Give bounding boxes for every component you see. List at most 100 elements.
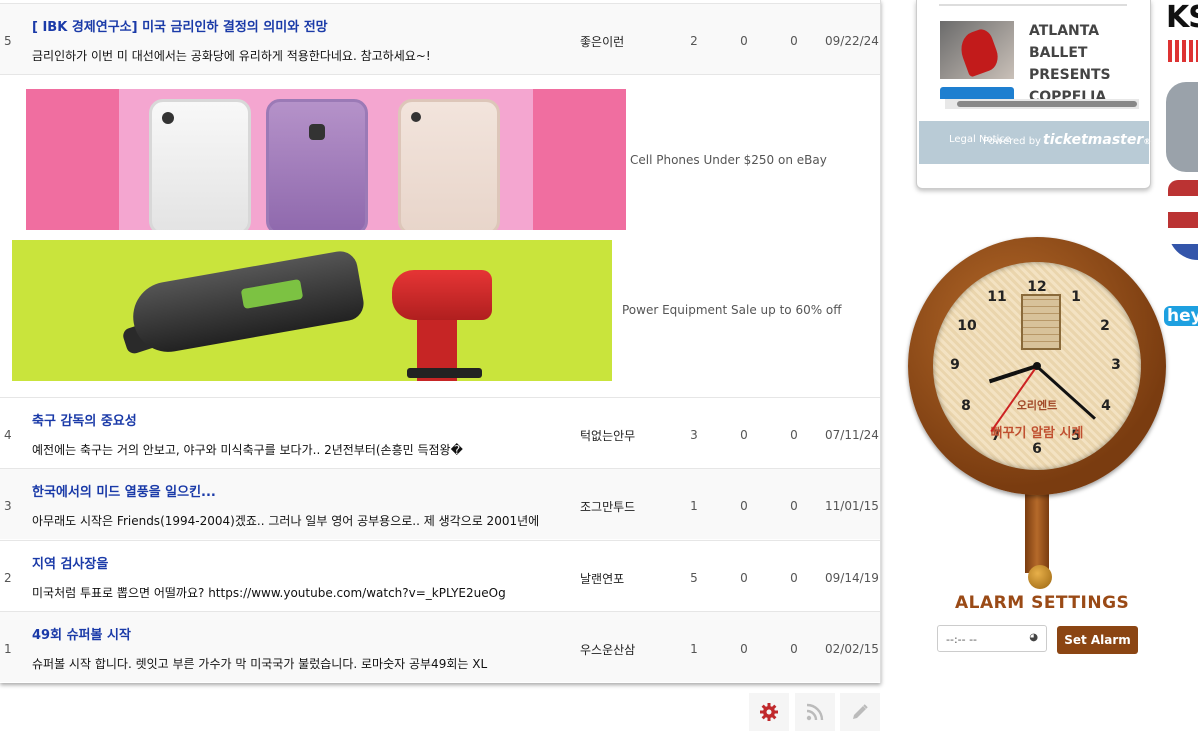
table-row[interactable]: 5 [ IBK 경제연구소] 미국 금리인하 결정의 의미와 전망 금리인하가 … [0,3,880,74]
clock-number: 10 [957,318,977,334]
scrollbar-thumb[interactable] [957,101,1137,107]
view-count: 3 [690,428,698,442]
buy-now-button[interactable] [940,87,1014,99]
ad-phones-image[interactable] [26,89,626,230]
clock-icon: ◕ [1029,632,1038,643]
clock-number: 3 [1111,357,1121,373]
dislike-count: 0 [790,34,798,48]
post-date: 09/14/19 [825,571,879,585]
settings-button[interactable] [749,693,789,731]
sponsor-logo[interactable] [1166,82,1198,172]
view-count: 1 [690,499,698,513]
camera-icon [411,112,421,122]
event-thumbnail[interactable] [940,21,1014,79]
clock-case: 12 1 2 3 4 5 6 7 8 9 10 11 오리엔트 뻐꾸기 알람 시… [908,237,1166,495]
like-count: 0 [740,642,748,656]
post-number: 1 [4,642,12,656]
view-count: 1 [690,642,698,656]
set-alarm-button[interactable]: Set Alarm [1057,626,1138,654]
post-title-link[interactable]: 지역 검사장을 [32,553,108,572]
post-author[interactable]: 조그만투드 [580,498,635,515]
post-title-link[interactable]: 한국에서의 미드 열풍을 일으킨... [32,481,216,500]
cuckoo-door [1021,294,1061,350]
clock-number: 11 [987,289,1007,305]
post-date: 02/02/15 [825,642,879,656]
rss-button[interactable] [795,693,835,731]
dancer-image [955,26,1003,78]
view-count: 2 [690,34,698,48]
post-title-link[interactable]: 49회 슈퍼볼 시작 [32,624,131,643]
clock-number: 6 [1032,441,1042,457]
ad-phones[interactable]: Cell Phones Under $250 on eBay [0,74,880,235]
post-author[interactable]: 좋은이런 [580,33,624,50]
post-number: 4 [4,428,12,442]
clock-number: 12 [1027,279,1047,295]
alarm-settings-heading: ALARM SETTINGS [955,593,1130,613]
settings-icon [760,703,778,721]
alarm-time-value: --:-- -- [946,633,978,646]
ticketmaster-widget: ATLANTA BALLET PRESENTS COPPELIA Legal N… [916,0,1151,189]
clock-name: 뻐꾸기 알람 시계 [990,426,1084,441]
ticketmaster-logo: ticketmaster® [1043,132,1151,148]
table-row[interactable]: 1 49회 슈퍼볼 시작 슈퍼볼 시작 합니다. 렛잇고 부른 가수가 막 미국… [0,611,880,682]
post-date: 11/01/15 [825,499,879,513]
clock-brand: 오리엔트 [1016,399,1058,412]
post-excerpt: 슈퍼볼 시작 합니다. 렛잇고 부른 가수가 막 미국국가 불렀습니다. 로마숫… [32,657,488,671]
ad-tools-image[interactable] [12,240,612,381]
post-title-link[interactable]: [ IBK 경제연구소] 미국 금리인하 결정의 의미와 전망 [32,16,328,35]
clock-number: 1 [1071,289,1081,305]
dislike-count: 0 [790,428,798,442]
post-author[interactable]: 턱없는안무 [580,427,635,444]
clock-number: 9 [950,357,960,373]
post-number: 3 [4,499,12,513]
dislike-count: 0 [790,571,798,585]
like-count: 0 [740,428,748,442]
phone-image-white [149,99,251,230]
pencil-icon [853,704,868,719]
post-author[interactable]: 우스운산삼 [580,641,635,658]
like-count: 0 [740,571,748,585]
post-excerpt: 미국처럼 투표로 뽑으면 어떨까요? https://www.youtube.c… [32,586,506,600]
like-count: 0 [740,34,748,48]
clock-face: 12 1 2 3 4 5 6 7 8 9 10 11 오리엔트 뻐꾸기 알람 시… [933,262,1141,470]
divider [939,4,1127,6]
pendulum-bob [1028,565,1052,589]
view-count: 5 [690,571,698,585]
phone-image-pink [398,99,500,230]
flag-logo[interactable] [1168,180,1198,260]
post-excerpt: 예전에는 축구는 거의 안보고, 야구와 미식축구를 보다가.. 2년전부터(손… [32,443,463,457]
rss-icon [806,703,824,721]
powered-by-label: Powered by [983,136,1041,147]
ksa-logo-subtext [1168,40,1198,62]
post-number: 2 [4,571,12,585]
like-count: 0 [740,499,748,513]
table-row[interactable]: 3 한국에서의 미드 열풍을 일으킨... 아무래도 시작은 Friends(1… [0,468,880,539]
table-row[interactable]: 4 축구 감독의 중요성 예전에는 축구는 거의 안보고, 야구와 미식축구를 … [0,397,880,468]
post-date: 09/22/24 [825,34,879,48]
post-list: 5 [ IBK 경제연구소] 미국 금리인하 결정의 의미와 전망 금리인하가 … [0,0,881,683]
post-excerpt: 금리인하가 이번 미 대선에서는 공화당에 유리하게 적용한다네요. 참고하세요… [32,49,431,63]
post-title-link[interactable]: 축구 감독의 중요성 [32,410,137,429]
horizontal-scrollbar[interactable] [945,99,1139,109]
post-author[interactable]: 날랜연포 [580,570,624,587]
ksa-logo[interactable]: KSA [1166,0,1198,35]
post-excerpt: 아무래도 시작은 Friends(1994-2004)겠죠.. 그러나 일부 영… [32,514,540,528]
post-date: 07/11/24 [825,428,879,442]
clock-number: 2 [1100,318,1110,334]
camera-icon [309,124,325,140]
impact-driver-battery [407,368,482,378]
dislike-count: 0 [790,499,798,513]
alarm-time-input[interactable]: --:-- -- ◕ [937,625,1047,652]
cuckoo-clock-widget: 12 1 2 3 4 5 6 7 8 9 10 11 오리엔트 뻐꾸기 알람 시… [908,237,1166,592]
table-row[interactable]: 2 지역 검사장을 미국처럼 투표로 뽑으면 어떨까요? https://www… [0,540,880,611]
hey-logo[interactable]: heyQ [1164,306,1198,326]
clock-hub [1033,362,1041,370]
impact-driver-image [392,270,492,320]
ad-phones-link[interactable]: Cell Phones Under $250 on eBay [630,153,827,167]
ad-tools-link[interactable]: Power Equipment Sale up to 60% off [622,303,842,317]
ad-tools[interactable]: Power Equipment Sale up to 60% off [0,234,880,396]
event-title-link[interactable]: ATLANTA BALLET PRESENTS COPPELIA [1029,20,1139,100]
write-button[interactable] [840,693,880,731]
registered-mark: ® [1143,137,1152,146]
phone-image-purple [266,99,368,230]
